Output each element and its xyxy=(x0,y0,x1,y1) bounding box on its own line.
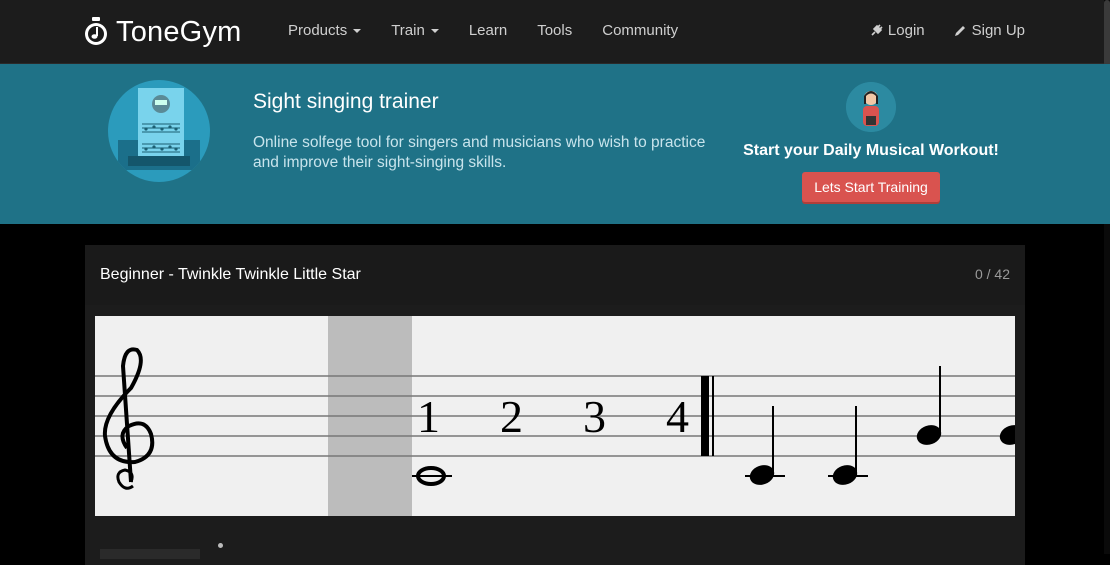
caret-down-icon xyxy=(430,28,439,33)
count-in-4: 4 xyxy=(666,391,689,442)
count-in-2: 2 xyxy=(500,391,523,442)
exercise-header: Beginner - Twinkle Twinkle Little Star 0… xyxy=(85,245,1025,305)
stopwatch-music-note-icon xyxy=(85,17,107,45)
nav-community-label: Community xyxy=(602,22,679,39)
brand-name: ToneGym xyxy=(116,15,242,48)
pencil-icon xyxy=(954,25,965,36)
status-dot xyxy=(218,543,223,548)
whole-note xyxy=(412,466,452,486)
main-nav: Products Train Learn Tools Community xyxy=(288,22,708,39)
hero-banner: Sight singing trainer Online solfege too… xyxy=(0,64,1110,224)
workout-promo: Start your Daily Musical Workout! Lets S… xyxy=(740,82,1002,202)
plug-icon xyxy=(871,23,883,36)
count-in-3: 3 xyxy=(583,391,606,442)
hero-title: Sight singing trainer xyxy=(253,90,439,113)
sheet-music-illustration xyxy=(108,80,210,182)
signup-link[interactable]: Sign Up xyxy=(953,22,1025,39)
nav-products-label: Products xyxy=(288,22,348,39)
progress-counter: 0 / 42 xyxy=(974,266,1010,282)
nav-community[interactable]: Community xyxy=(602,22,678,39)
music-staff[interactable]: 1 2 3 4 xyxy=(95,316,1015,516)
workout-heading: Start your Daily Musical Workout! xyxy=(743,142,999,159)
hero-description: Online solfege tool for singers and musi… xyxy=(253,134,706,171)
nav-train-label: Train xyxy=(391,22,425,39)
exercise-panel: Beginner - Twinkle Twinkle Little Star 0… xyxy=(85,245,1025,565)
nav-learn[interactable]: Learn xyxy=(469,22,507,39)
nav-tools[interactable]: Tools xyxy=(537,22,572,39)
staff-lines xyxy=(95,375,1015,457)
start-training-button[interactable]: Lets Start Training xyxy=(802,172,940,202)
scrollbar-thumb[interactable] xyxy=(1104,0,1110,70)
nav-tools-label: Tools xyxy=(537,22,573,39)
login-label: Login xyxy=(887,22,925,39)
exercise-title: Beginner - Twinkle Twinkle Little Star xyxy=(100,266,361,283)
auth-nav: Login Sign Up xyxy=(841,22,1025,39)
nav-learn-label: Learn xyxy=(468,22,508,39)
login-link[interactable]: Login xyxy=(869,22,925,39)
brand-logo[interactable]: ToneGym xyxy=(84,14,242,50)
top-navbar: ToneGym Products Train Learn Tools Commu… xyxy=(0,0,1110,64)
caret-down-icon xyxy=(353,28,362,33)
panel-footer-label xyxy=(100,549,200,559)
double-barline xyxy=(701,376,714,456)
treble-clef-icon xyxy=(102,347,155,490)
music-stand-icon xyxy=(118,88,200,170)
nav-train[interactable]: Train xyxy=(391,22,439,39)
nav-products[interactable]: Products xyxy=(288,22,362,39)
quarter-notes xyxy=(745,366,1015,485)
score-notation xyxy=(95,347,1015,490)
signup-label: Sign Up xyxy=(971,22,1025,39)
singer-avatar xyxy=(846,82,896,132)
count-in-1: 1 xyxy=(417,391,440,442)
